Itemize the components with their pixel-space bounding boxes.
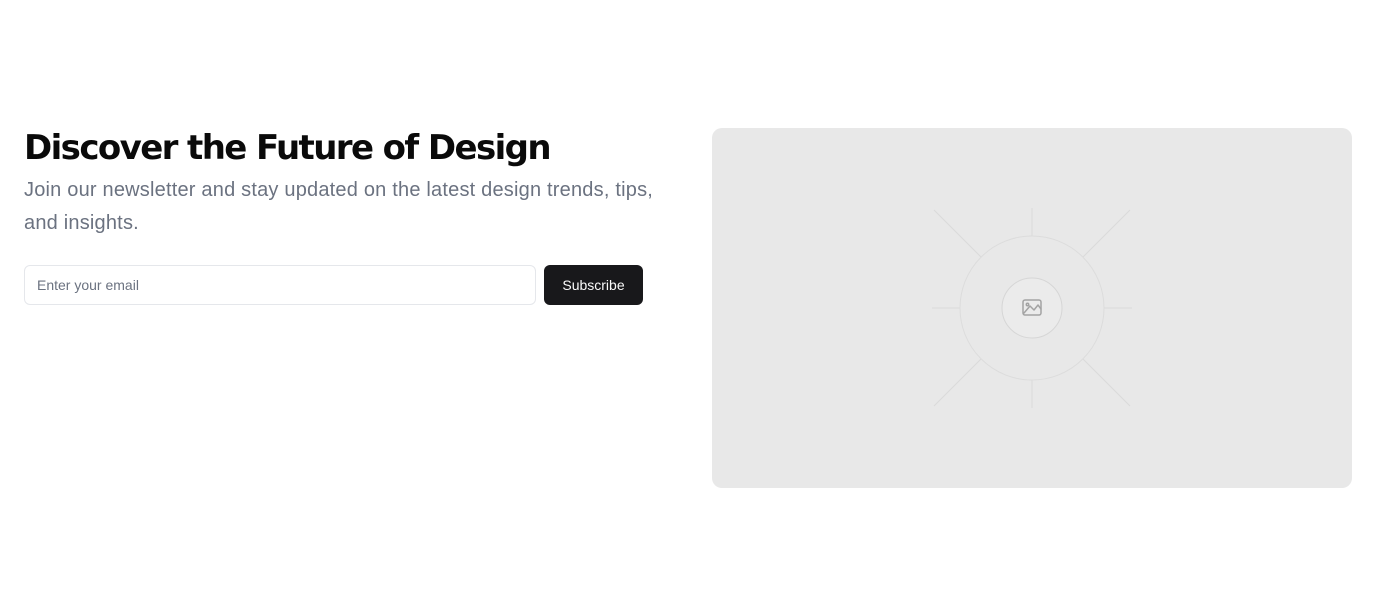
- email-field[interactable]: [24, 265, 536, 305]
- hero-image-placeholder: [712, 128, 1352, 488]
- newsletter-section: Discover the Future of Design Join our n…: [0, 0, 1376, 616]
- placeholder-graphic: [932, 208, 1132, 408]
- subscribe-button[interactable]: Subscribe: [544, 265, 643, 305]
- page-subtitle: Join our newsletter and stay updated on …: [24, 179, 654, 234]
- page-title: Discover the Future of Design: [24, 128, 552, 168]
- newsletter-form: Subscribe: [24, 265, 643, 305]
- hero-content: Discover the Future of Design Join our n…: [24, 126, 654, 305]
